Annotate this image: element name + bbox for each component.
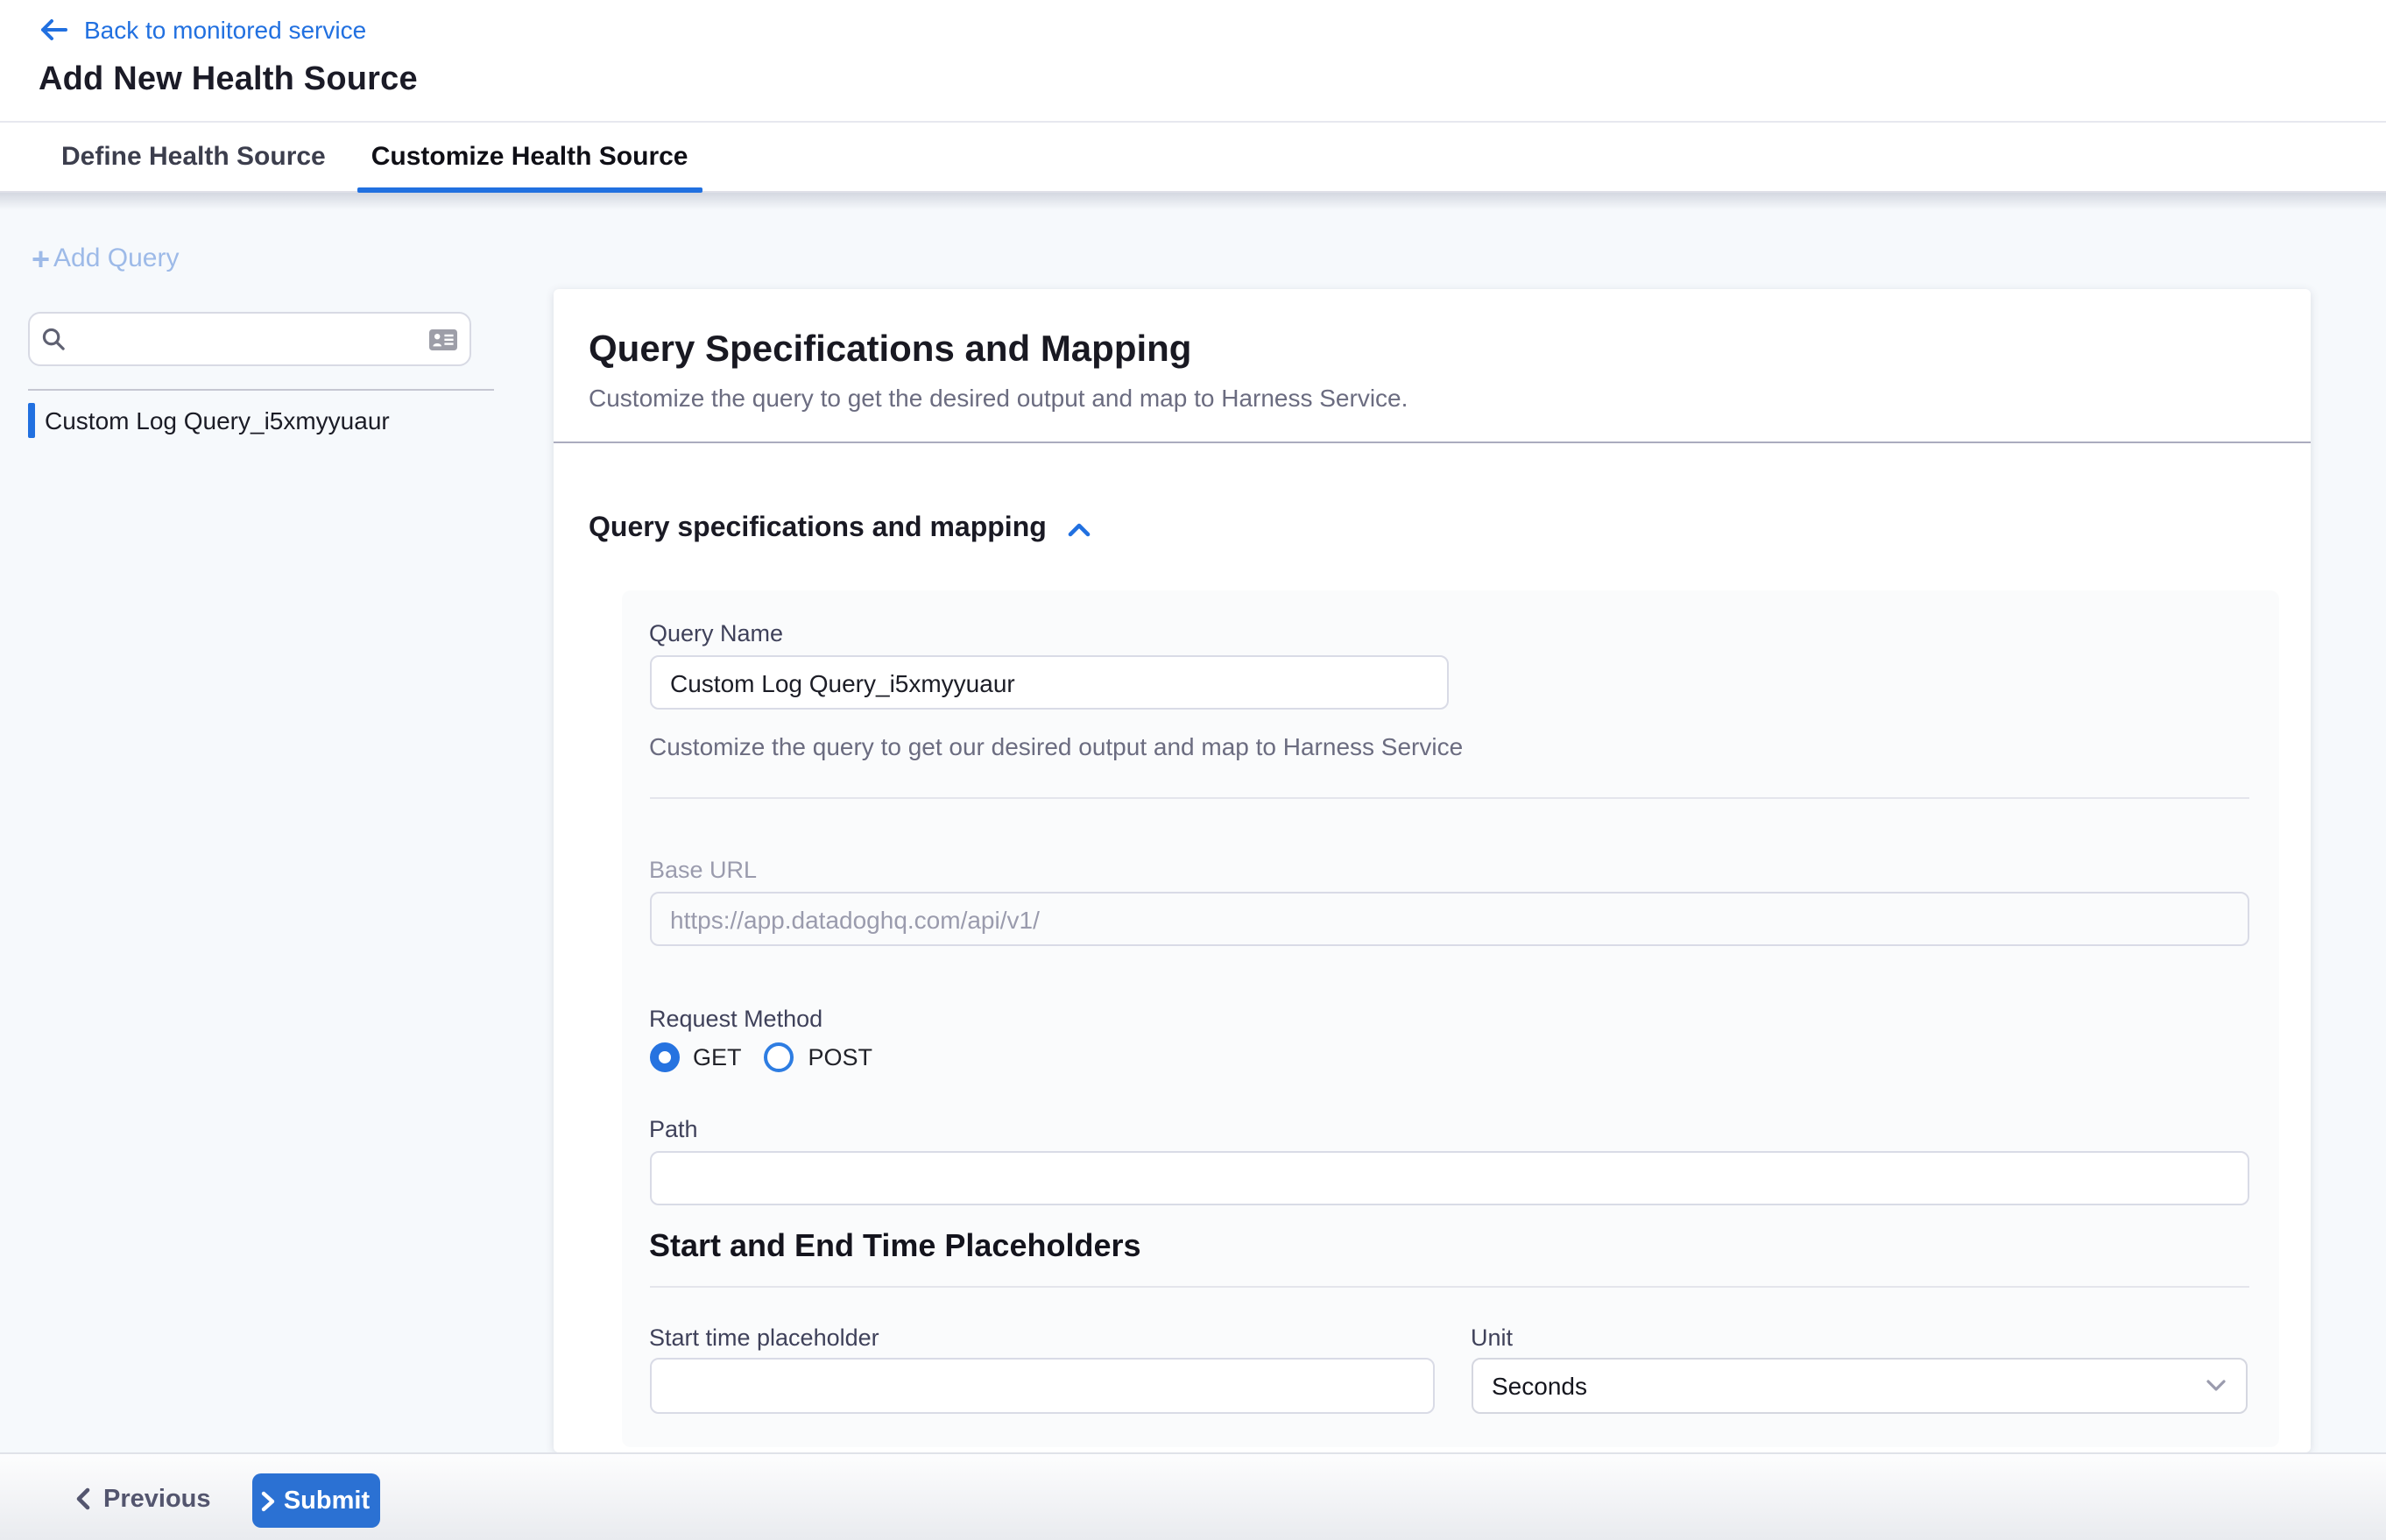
back-arrow-icon	[39, 18, 68, 42]
query-search-box	[28, 312, 471, 366]
previous-button[interactable]: Previous	[75, 1475, 211, 1522]
card-heading: Query Specifications and Mapping	[589, 329, 1191, 371]
section-title: Query specifications and mapping	[589, 513, 1047, 545]
search-icon	[42, 328, 65, 350]
query-list-item-label: Custom Log Query_i5xmyyuaur	[45, 406, 390, 434]
page-title: Add New Health Source	[39, 61, 418, 100]
path-input[interactable]	[649, 1151, 2248, 1205]
radio-get[interactable]: GET	[649, 1042, 742, 1072]
request-method-label: Request Method	[649, 1006, 822, 1032]
chevron-right-icon	[261, 1490, 275, 1511]
id-card-icon[interactable]	[429, 328, 457, 350]
content-area: + Add Query Custom Log Query_i5xmyyuaur …	[0, 193, 2386, 1452]
start-time-label: Start time placeholder	[649, 1325, 879, 1351]
query-name-helper: Customize the query to get our desired o…	[649, 732, 1463, 760]
chevron-up-icon	[1068, 521, 1092, 537]
add-query-button[interactable]: + Add Query	[32, 244, 179, 273]
page: Back to monitored service Add New Health…	[0, 0, 2386, 1540]
submit-button[interactable]: Submit	[251, 1473, 379, 1528]
card-header: Query Specifications and Mapping Customi…	[554, 289, 2311, 443]
submit-button-label: Submit	[284, 1487, 370, 1515]
plus-icon: +	[32, 244, 50, 272]
radio-post[interactable]: POST	[765, 1042, 873, 1072]
back-link-label: Back to monitored service	[84, 16, 366, 44]
radio-icon	[765, 1042, 794, 1072]
unit-label: Unit	[1471, 1325, 1513, 1351]
unit-select-value: Seconds	[1492, 1372, 2206, 1400]
time-placeholders-heading: Start and End Time Placeholders	[649, 1228, 1141, 1265]
sidebar-divider	[28, 389, 494, 391]
query-name-input[interactable]	[649, 655, 1448, 710]
query-list-item[interactable]: Custom Log Query_i5xmyyuaur	[28, 401, 526, 438]
radio-icon	[649, 1042, 679, 1072]
previous-button-label: Previous	[103, 1485, 211, 1513]
base-url-label: Base URL	[649, 857, 757, 883]
request-method-radio-group: GET POST	[649, 1042, 872, 1072]
selected-indicator-bar	[28, 402, 34, 437]
radio-get-label: GET	[693, 1044, 742, 1070]
query-spec-card: Query Specifications and Mapping Customi…	[554, 289, 2311, 1452]
chevron-down-icon	[2206, 1379, 2227, 1393]
app-header: Back to monitored service Add New Health…	[0, 0, 2386, 123]
path-label: Path	[649, 1116, 698, 1142]
add-query-label: Add Query	[53, 244, 179, 273]
footer-bar: Previous Submit	[0, 1452, 2386, 1540]
query-sidebar: + Add Query Custom Log Query_i5xmyyuaur	[0, 193, 554, 1452]
search-input[interactable]	[75, 326, 429, 352]
form-divider	[649, 1286, 2248, 1288]
section-toggle[interactable]: Query specifications and mapping	[589, 513, 1092, 545]
base-url-input[interactable]	[649, 892, 2248, 946]
query-form: Query Name Customize the query to get ou…	[622, 590, 2279, 1447]
tab-bar: Define Health Source Customize Health So…	[0, 123, 2386, 193]
card-subheading: Customize the query to get the desired o…	[589, 384, 1408, 412]
chevron-left-icon	[75, 1487, 91, 1510]
unit-select[interactable]: Seconds	[1471, 1358, 2248, 1414]
form-divider	[649, 797, 2248, 799]
back-link[interactable]: Back to monitored service	[39, 16, 366, 44]
tab-define-health-source[interactable]: Define Health Source	[47, 123, 340, 191]
query-name-label: Query Name	[649, 620, 783, 646]
radio-post-label: POST	[808, 1044, 873, 1070]
start-time-input[interactable]	[649, 1358, 1434, 1414]
tab-customize-health-source[interactable]: Customize Health Source	[357, 123, 702, 191]
